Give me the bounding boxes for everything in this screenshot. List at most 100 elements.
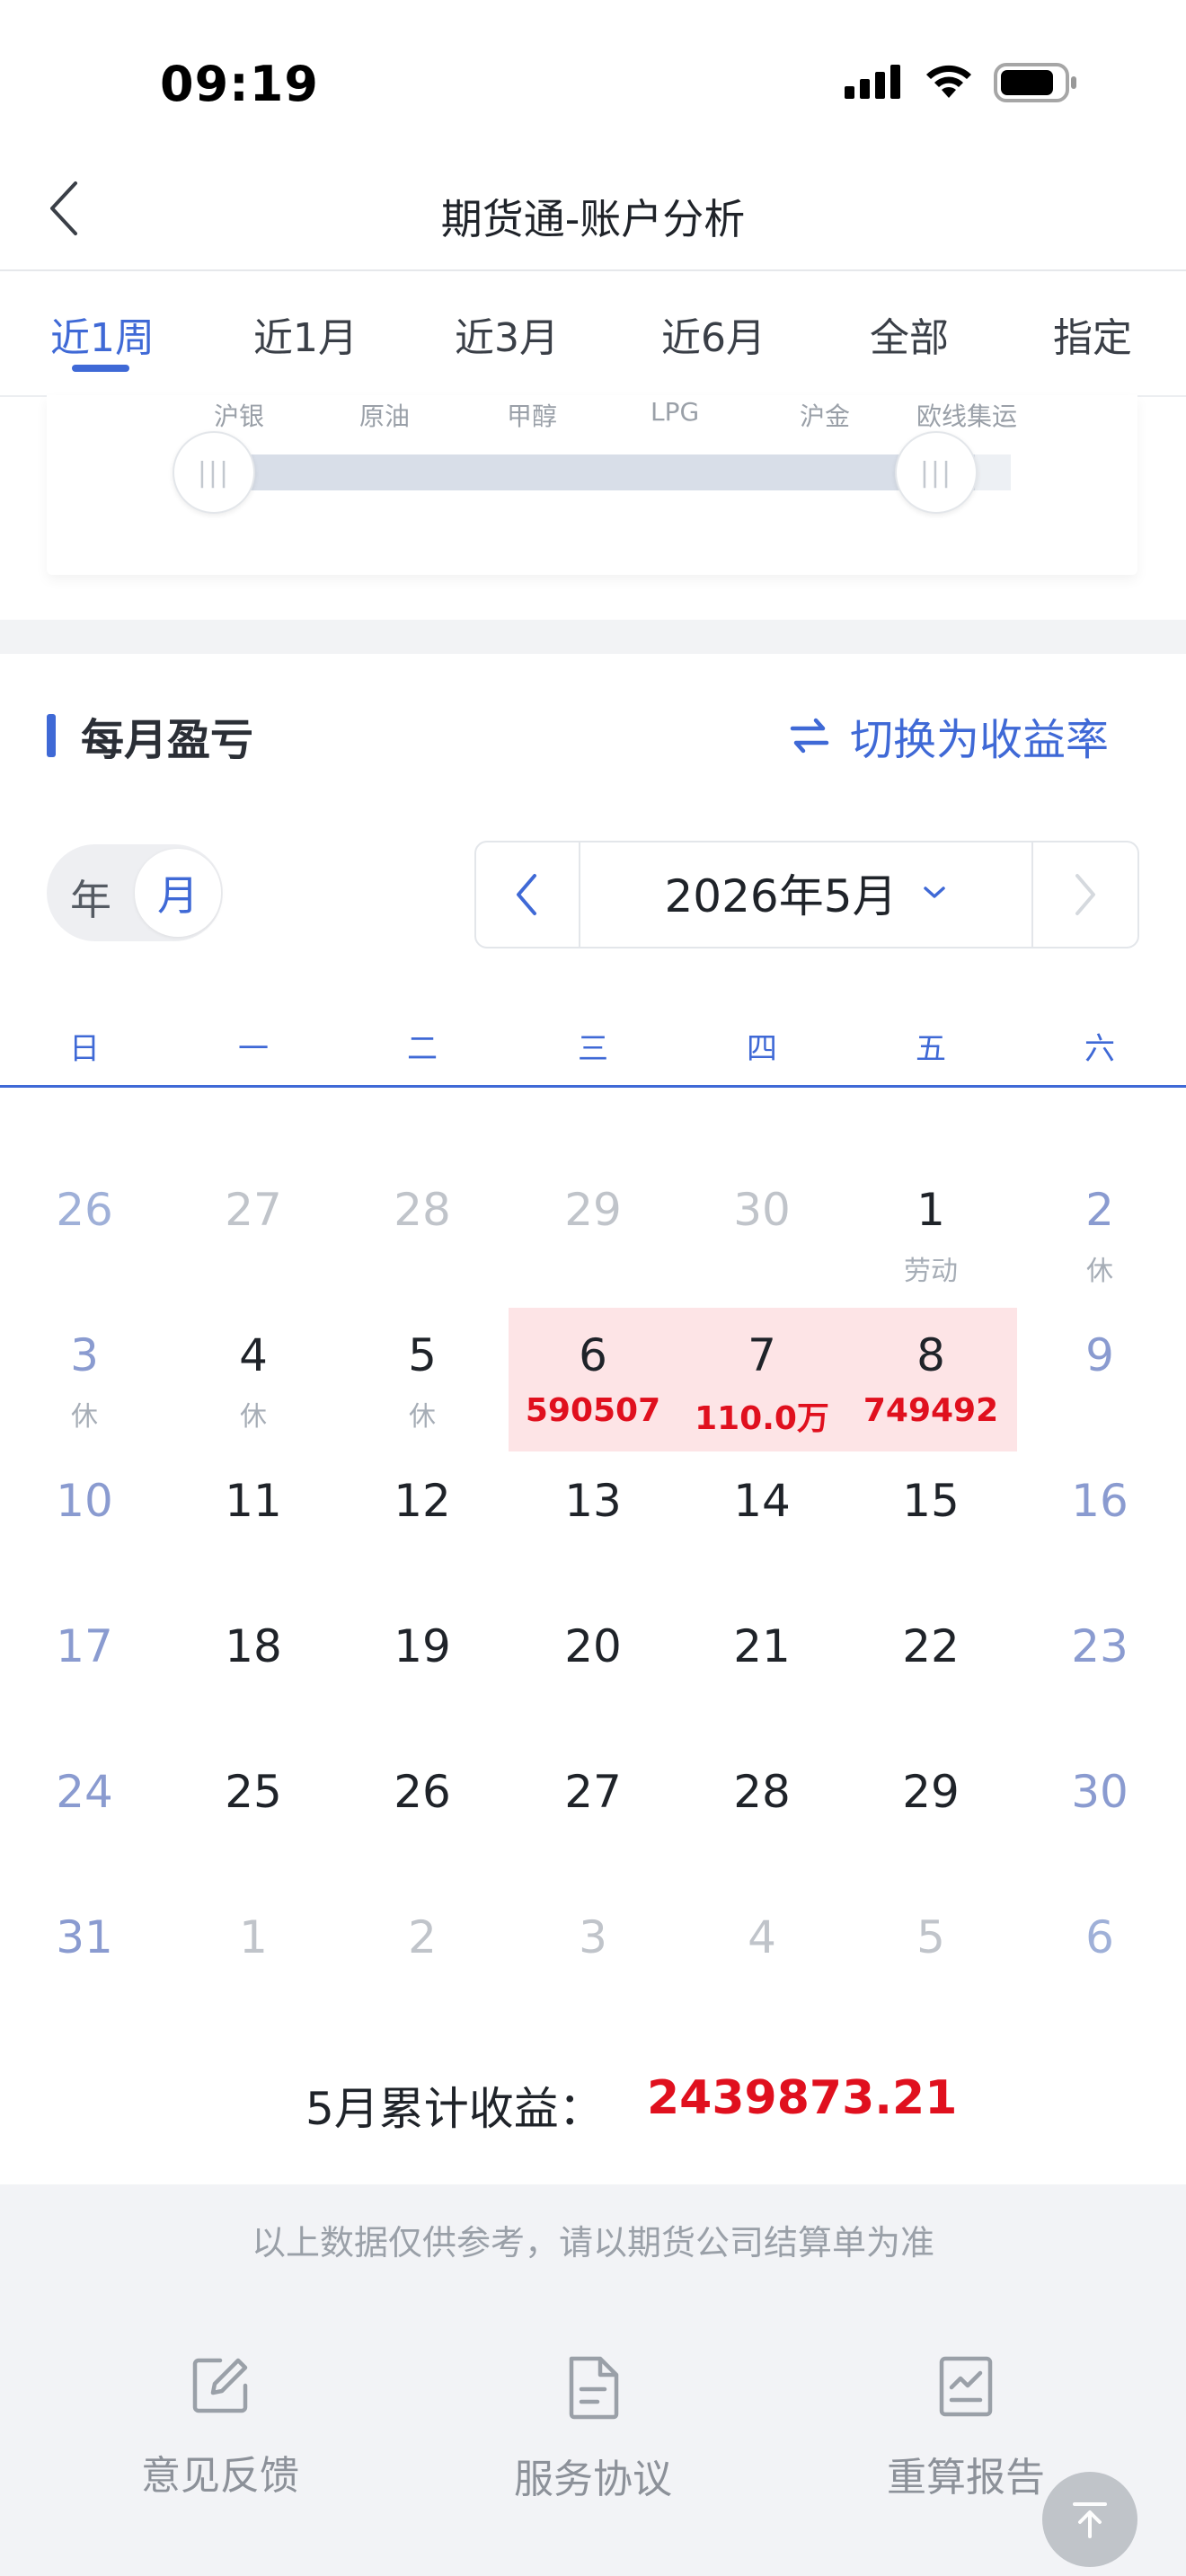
calendar-day[interactable]: 4 — [681, 1911, 843, 1963]
calendar-day[interactable]: 23 — [1019, 1620, 1181, 1672]
current-month-label: 2026年5月 — [664, 870, 898, 922]
calendar-day[interactable]: 14 — [681, 1475, 843, 1527]
feedback-label: 意见反馈 — [141, 2453, 299, 2499]
service-agreement-button[interactable]: 服务协议 — [476, 2355, 710, 2504]
back-to-top-button[interactable] — [1042, 2472, 1137, 2567]
active-tab-indicator — [72, 365, 129, 372]
calendar-day[interactable]: 7 — [681, 1329, 843, 1381]
wifi-icon — [926, 65, 971, 98]
slider-label: 沪金 — [800, 401, 851, 431]
document-icon — [569, 2356, 619, 2420]
calendar-day[interactable]: 2 — [341, 1911, 503, 1963]
toggle-year[interactable]: 年 — [70, 868, 111, 927]
month-dropdown[interactable]: 2026年5月 — [580, 860, 1030, 925]
calendar-day[interactable]: 28 — [341, 1184, 503, 1236]
section-accent-bar — [47, 714, 56, 757]
weekday-thu: 四 — [747, 1031, 777, 1067]
weekday-wed: 三 — [578, 1031, 608, 1067]
weekday-fri: 五 — [916, 1031, 946, 1067]
day-holiday-note: 休 — [71, 1401, 98, 1433]
recalculate-report-button[interactable]: 重算报告 — [849, 2355, 1083, 2502]
slider-right-handle[interactable]: ||| — [895, 431, 978, 514]
monthly-total-label: 5月累计收益： — [305, 2083, 604, 2135]
day-profit-value: 749492 — [863, 1392, 999, 1429]
calendar-day[interactable]: 5 — [341, 1329, 503, 1381]
calendar-day[interactable]: 25 — [173, 1766, 334, 1818]
calendar-day[interactable]: 6 — [512, 1329, 674, 1381]
calendar-day[interactable]: 13 — [512, 1475, 674, 1527]
day-holiday-note: 休 — [240, 1401, 267, 1433]
calendar-day[interactable]: 5 — [850, 1911, 1012, 1963]
calendar-day[interactable]: 24 — [4, 1766, 165, 1818]
calendar-day[interactable]: 22 — [850, 1620, 1012, 1672]
status-time: 09:19 — [160, 56, 319, 112]
calendar-day[interactable]: 19 — [341, 1620, 503, 1672]
battery-icon — [994, 63, 1076, 102]
day-profit-value: 110.0万 — [695, 1400, 829, 1437]
calendar-day[interactable]: 11 — [173, 1475, 334, 1527]
calendar-day[interactable]: 26 — [4, 1184, 165, 1236]
calendar-day[interactable]: 3 — [512, 1911, 674, 1963]
calendar-day[interactable]: 4 — [173, 1329, 334, 1381]
calendar-day[interactable]: 20 — [512, 1620, 674, 1672]
day-profit-value: 590507 — [525, 1392, 661, 1429]
chart-report-icon — [939, 2356, 993, 2417]
swap-icon — [790, 718, 829, 754]
weekday-tue: 二 — [407, 1031, 438, 1067]
calendar-day[interactable]: 17 — [4, 1620, 165, 1672]
calendar-day[interactable]: 1 — [173, 1911, 334, 1963]
tab-6-months[interactable]: 近6月 — [661, 305, 766, 363]
prev-month-button[interactable] — [474, 841, 580, 948]
calendar-day[interactable]: 6 — [1019, 1911, 1181, 1963]
tab-1-month[interactable]: 近1月 — [253, 305, 358, 363]
next-month-button[interactable] — [1031, 841, 1137, 948]
chevron-left-icon — [517, 874, 536, 915]
weekday-sat: 六 — [1084, 1031, 1115, 1067]
calendar-day[interactable]: 2 — [1019, 1184, 1181, 1236]
tab-custom[interactable]: 指定 — [1053, 305, 1132, 363]
slider-label: 欧线集运 — [916, 401, 1018, 431]
calendar-day[interactable]: 27 — [173, 1184, 334, 1236]
monthly-total-value: 2439873.21 — [647, 2071, 958, 2125]
tab-all[interactable]: 全部 — [870, 305, 949, 363]
switch-to-return-rate-button[interactable]: 切换为收益率 — [787, 704, 1109, 767]
day-holiday-note: 劳动 — [904, 1256, 958, 1287]
service-agreement-label: 服务协议 — [514, 2457, 672, 2502]
feedback-button[interactable]: 意见反馈 — [103, 2355, 337, 2501]
disclaimer-text: 以上数据仅供参考，请以期货公司结算单为准 — [251, 2223, 934, 2263]
slider-label: 沪银 — [214, 401, 265, 431]
toggle-month[interactable]: 月 — [135, 849, 221, 937]
chevron-down-icon — [923, 887, 945, 898]
calendar-day[interactable]: 18 — [173, 1620, 334, 1672]
slider-left-handle[interactable]: ||| — [173, 431, 255, 514]
calendar-day[interactable]: 26 — [341, 1766, 503, 1818]
calendar-day[interactable]: 1 — [850, 1184, 1012, 1236]
calendar-day[interactable]: 16 — [1019, 1475, 1181, 1527]
weekday-mon: 一 — [238, 1031, 269, 1067]
calendar-day[interactable]: 21 — [681, 1620, 843, 1672]
calendar-day[interactable]: 9 — [1019, 1329, 1181, 1381]
status-icons — [845, 63, 1078, 102]
slider-track-end — [975, 454, 1011, 490]
calendar-day[interactable]: 15 — [850, 1475, 1012, 1527]
slider-label: 原油 — [359, 401, 411, 431]
slider-label: LPG — [651, 397, 700, 427]
recalculate-report-label: 重算报告 — [887, 2455, 1045, 2501]
calendar-day[interactable]: 31 — [4, 1911, 165, 1963]
tab-3-months[interactable]: 近3月 — [455, 305, 559, 363]
calendar-day[interactable]: 10 — [4, 1475, 165, 1527]
calendar-day[interactable]: 30 — [681, 1184, 843, 1236]
tab-1-week[interactable]: 近1周 — [50, 305, 155, 363]
calendar-day[interactable]: 29 — [850, 1766, 1012, 1818]
calendar-day[interactable]: 12 — [341, 1475, 503, 1527]
calendar-day[interactable]: 27 — [512, 1766, 674, 1818]
page-title: 期货通-账户分析 — [440, 195, 746, 243]
calendar-day[interactable]: 3 — [4, 1329, 165, 1381]
period-tabs: 近1周 近1月 近3月 近6月 全部 指定 — [0, 271, 1186, 397]
switch-label: 切换为收益率 — [850, 715, 1110, 765]
calendar-day[interactable]: 29 — [512, 1184, 674, 1236]
section-divider — [0, 620, 1186, 654]
calendar-day[interactable]: 30 — [1019, 1766, 1181, 1818]
calendar-day[interactable]: 8 — [850, 1329, 1012, 1381]
calendar-day[interactable]: 28 — [681, 1766, 843, 1818]
